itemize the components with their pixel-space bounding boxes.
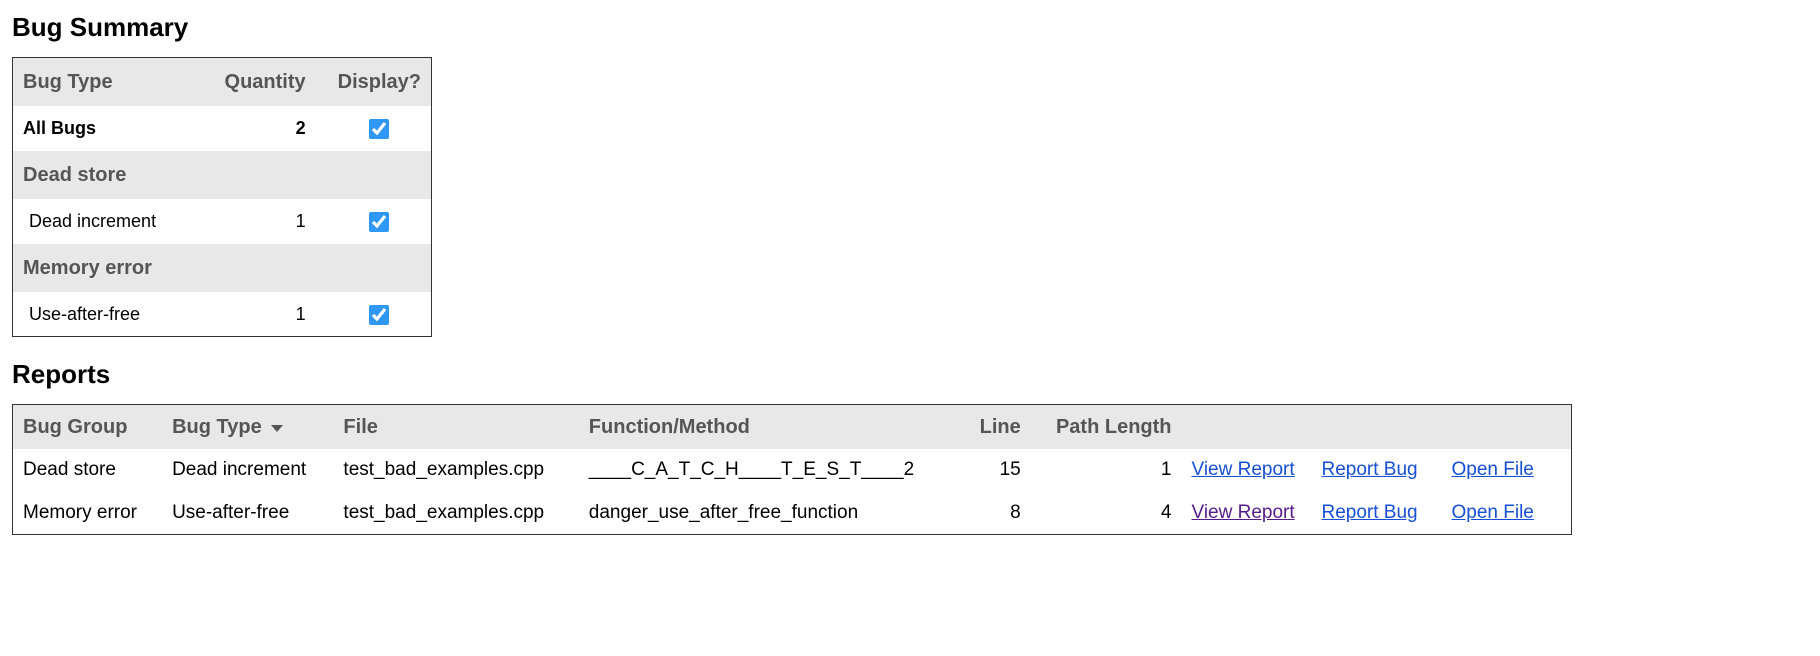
reports-header-type[interactable]: Bug Type <box>162 405 333 450</box>
summary-category-name: Memory error <box>13 244 432 292</box>
report-path-length: 1 <box>1031 449 1182 491</box>
report-function: danger_use_after_free_function <box>579 492 963 535</box>
summary-category-row: Memory error <box>13 244 432 292</box>
summary-category-row: Dead store <box>13 151 432 199</box>
reports-header-group[interactable]: Bug Group <box>13 405 163 450</box>
reports-header-file[interactable]: File <box>333 405 578 450</box>
report-bug-link[interactable]: Report Bug <box>1322 459 1418 480</box>
report-type: Use-after-free <box>162 492 333 535</box>
report-group: Memory error <box>13 492 163 535</box>
report-bug-link[interactable]: Report Bug <box>1322 502 1418 523</box>
bug-summary-heading: Bug Summary <box>12 12 1808 43</box>
reports-header-blank1 <box>1182 405 1312 450</box>
summary-all-label: All Bugs <box>13 106 194 151</box>
report-line: 8 <box>963 492 1031 535</box>
reports-heading: Reports <box>12 359 1808 390</box>
summary-item-row: Dead increment 1 <box>13 199 432 244</box>
summary-category-name: Dead store <box>13 151 432 199</box>
reports-header-func[interactable]: Function/Method <box>579 405 963 450</box>
report-file: test_bad_examples.cpp <box>333 449 578 491</box>
report-line: 15 <box>963 449 1031 491</box>
reports-section: Reports Bug Group Bug Type File Function… <box>12 359 1808 535</box>
summary-header-quantity[interactable]: Quantity <box>194 58 328 107</box>
table-row: Dead store Dead increment test_bad_examp… <box>13 449 1572 491</box>
open-file-link[interactable]: Open File <box>1452 502 1534 523</box>
bug-summary-section: Bug Summary Bug Type Quantity Display? A… <box>12 12 1808 337</box>
view-report-link[interactable]: View Report <box>1192 459 1295 480</box>
reports-header-type-label: Bug Type <box>172 416 262 438</box>
reports-header-blank2 <box>1312 405 1442 450</box>
open-file-link[interactable]: Open File <box>1452 459 1534 480</box>
summary-header-display[interactable]: Display? <box>328 58 432 107</box>
summary-item-qty: 1 <box>194 199 328 244</box>
summary-item-checkbox[interactable] <box>369 212 389 232</box>
summary-all-checkbox[interactable] <box>369 119 389 139</box>
report-path-length: 4 <box>1031 492 1182 535</box>
summary-header-type[interactable]: Bug Type <box>13 58 194 107</box>
summary-item-name: Use-after-free <box>13 292 194 337</box>
summary-row-all-bugs: All Bugs 2 <box>13 106 432 151</box>
report-function: ____C_A_T_C_H____T_E_S_T____2 <box>579 449 963 491</box>
reports-header-blank3 <box>1442 405 1572 450</box>
reports-header-line[interactable]: Line <box>963 405 1031 450</box>
report-type: Dead increment <box>162 449 333 491</box>
reports-table: Bug Group Bug Type File Function/Method … <box>12 404 1572 535</box>
sort-descending-icon <box>271 425 283 432</box>
report-file: test_bad_examples.cpp <box>333 492 578 535</box>
table-row: Memory error Use-after-free test_bad_exa… <box>13 492 1572 535</box>
reports-header-pathlen[interactable]: Path Length <box>1031 405 1182 450</box>
summary-item-row: Use-after-free 1 <box>13 292 432 337</box>
summary-all-qty: 2 <box>194 106 328 151</box>
summary-item-name: Dead increment <box>13 199 194 244</box>
bug-summary-table: Bug Type Quantity Display? All Bugs 2 De… <box>12 57 432 337</box>
report-group: Dead store <box>13 449 163 491</box>
summary-item-qty: 1 <box>194 292 328 337</box>
view-report-link[interactable]: View Report <box>1192 502 1295 523</box>
summary-item-checkbox[interactable] <box>369 305 389 325</box>
